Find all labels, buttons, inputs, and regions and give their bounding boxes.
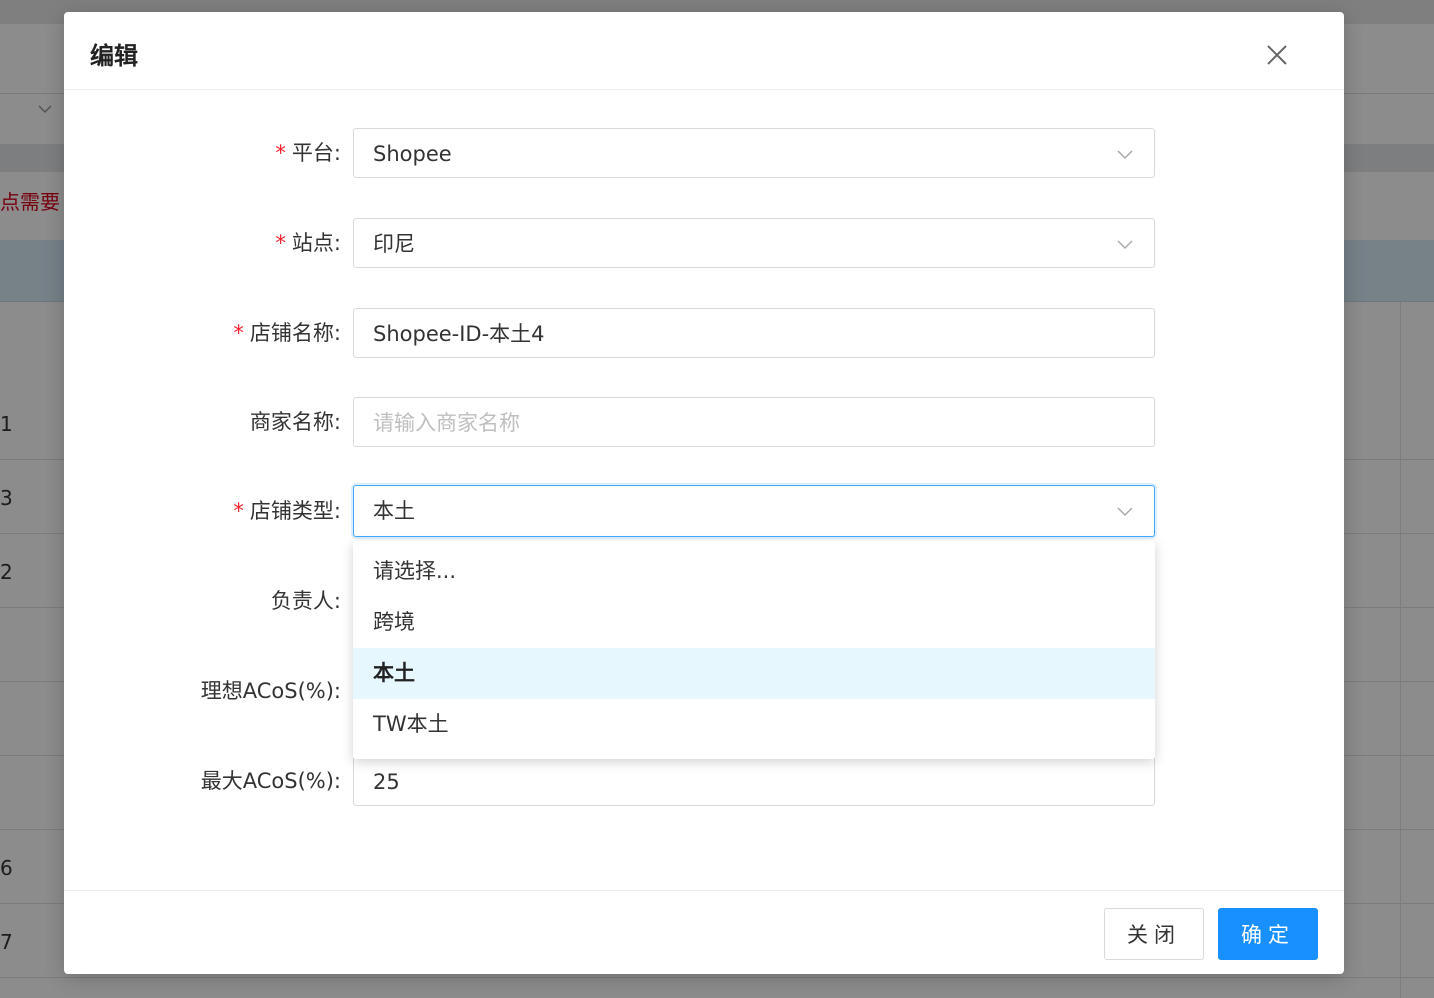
store-name-label-text: 店铺名称: [249,321,341,345]
edit-modal: 编辑 * 平台: Shopee * 站点: 印尼 * 店铺名称: Shopee-ID-… [64,12,1344,974]
modal-footer: 关闭 确定 [64,890,1344,974]
store-type-dropdown: 请选择... 跨境 本土 TW本土 [353,541,1155,759]
dropdown-option-tw-local[interactable]: TW本土 [353,699,1155,750]
platform-label: * 平台: [275,128,341,178]
chevron-down-icon [1116,235,1134,253]
required-mark: * [233,499,244,523]
dropdown-option-placeholder[interactable]: 请选择... [353,546,1155,597]
max-acos-label: 最大ACoS(%): [200,769,341,793]
store-name-label: * 店铺名称: [233,308,341,358]
platform-value: Shopee [373,142,452,166]
owner-label: 负责人: [270,589,341,613]
merchant-name-label: 商家名称: [249,410,341,434]
form-row-store-type: * 店铺类型: 本土 [64,485,1344,537]
dropdown-option-local[interactable]: 本土 [353,648,1155,699]
form-row-merchant-name: 商家名称: 请输入商家名称 [64,397,1344,447]
store-type-value: 本土 [373,499,415,523]
required-mark: * [233,321,244,345]
form-row-max-acos: 最大ACoS(%): 25 [64,756,1344,806]
ideal-acos-label: 理想ACoS(%): [200,679,341,703]
chevron-down-icon [1116,145,1134,163]
store-type-select[interactable]: 本土 [353,485,1155,537]
dropdown-option-cross-border[interactable]: 跨境 [353,597,1155,648]
modal-header: 编辑 [64,12,1344,90]
platform-select[interactable]: Shopee [353,128,1155,178]
required-mark: * [275,231,286,255]
required-mark: * [275,141,286,165]
form-row-platform: * 平台: Shopee [64,128,1344,178]
chevron-down-icon [1116,502,1134,520]
site-label: * 站点: [275,218,341,268]
confirm-button[interactable]: 确定 [1218,908,1318,960]
site-value: 印尼 [373,232,415,256]
form-row-site: * 站点: 印尼 [64,218,1344,268]
store-type-label: * 店铺类型: [233,486,341,536]
store-name-value: Shopee-ID-本土4 [373,322,545,346]
max-acos-input[interactable]: 25 [353,756,1155,806]
store-name-input[interactable]: Shopee-ID-本土4 [353,308,1155,358]
site-label-text: 站点: [291,231,341,255]
merchant-name-placeholder: 请输入商家名称 [373,411,520,435]
max-acos-value: 25 [373,770,400,794]
site-select[interactable]: 印尼 [353,218,1155,268]
platform-label-text: 平台: [291,141,341,165]
close-button[interactable]: 关闭 [1104,908,1204,960]
form-row-store-name: * 店铺名称: Shopee-ID-本土4 [64,308,1344,358]
merchant-name-input[interactable]: 请输入商家名称 [353,397,1155,447]
store-type-label-text: 店铺类型: [249,499,341,523]
modal-title: 编辑 [90,42,138,70]
close-icon[interactable] [1262,40,1292,70]
